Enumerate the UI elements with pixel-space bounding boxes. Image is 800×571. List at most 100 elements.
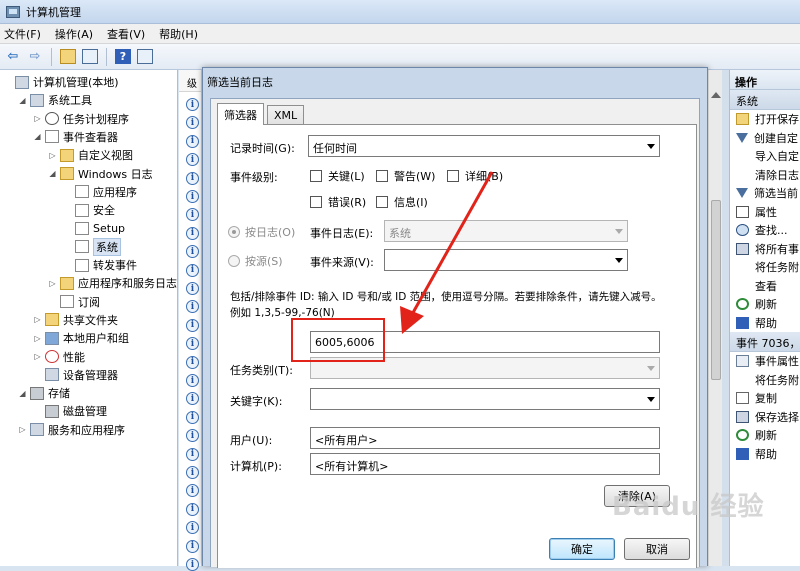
expand-toggle-icon[interactable]: ◢ <box>18 389 27 398</box>
information-icon[interactable]: i <box>186 300 199 314</box>
action-item[interactable]: 清除日志 <box>730 166 800 185</box>
information-icon[interactable]: i <box>186 337 199 351</box>
menu-action[interactable]: 操作(A) <box>55 26 93 42</box>
tree-item[interactable]: ◢ 存储 <box>18 384 70 402</box>
action-item[interactable]: 事件属性 <box>730 352 800 371</box>
action-item[interactable]: 刷新 <box>730 426 800 445</box>
tree-item[interactable]: 设备管理器 <box>33 366 118 384</box>
information-icon[interactable]: i <box>186 134 199 148</box>
information-icon[interactable]: i <box>186 226 199 240</box>
tree-item[interactable]: ◢ 系统工具 <box>18 91 92 109</box>
expand-toggle-icon[interactable]: ◢ <box>33 132 42 141</box>
information-icon[interactable]: i <box>186 502 199 516</box>
information-icon[interactable]: i <box>186 171 199 185</box>
action-item[interactable]: 打开保存 <box>730 110 800 129</box>
information-icon[interactable]: i <box>186 208 199 222</box>
tree-item[interactable]: ▷ 性能 <box>33 348 85 366</box>
action-item[interactable]: 将任务附 <box>730 258 800 277</box>
information-icon[interactable]: i <box>186 539 199 553</box>
by-log-radio[interactable]: 按日志(O) <box>228 224 295 240</box>
tree-item[interactable]: 订阅 <box>48 293 100 311</box>
level-error-checkbox[interactable]: 错误(R) <box>310 194 366 210</box>
help-icon[interactable]: ? <box>114 48 132 66</box>
information-icon[interactable]: i <box>186 521 199 535</box>
information-icon[interactable]: i <box>186 98 199 111</box>
expand-toggle-icon[interactable]: ◢ <box>48 169 57 178</box>
tree-item[interactable]: ◢ 事件查看器 <box>33 128 118 146</box>
scroll-up-icon[interactable] <box>711 92 721 98</box>
action-item[interactable]: 帮助 <box>730 314 800 333</box>
information-icon[interactable]: i <box>186 153 199 167</box>
action-item[interactable]: 查看 <box>730 277 800 296</box>
back-arrow-icon[interactable]: ⇦ <box>4 48 22 66</box>
information-icon[interactable]: i <box>186 355 199 369</box>
menu-view[interactable]: 查看(V) <box>107 26 145 42</box>
menu-file[interactable]: 文件(F) <box>4 26 41 42</box>
action-item[interactable]: 将所有事 <box>730 240 800 259</box>
tree-item[interactable]: 计算机管理(本地) <box>3 73 119 91</box>
level-critical-checkbox[interactable]: 关键(L) <box>310 168 365 184</box>
information-icon[interactable]: i <box>186 374 199 387</box>
tree-item[interactable]: ▷ 本地用户和组 <box>33 329 129 347</box>
actions-section-event[interactable]: 事件 7036， <box>730 332 800 352</box>
tree-item[interactable]: ▷ 服务和应用程序 <box>18 421 125 439</box>
tree-item[interactable]: 磁盘管理 <box>33 402 107 420</box>
tree-item[interactable]: ◢ Windows 日志 <box>48 165 153 183</box>
tab-filter[interactable]: 筛选器 <box>217 103 264 125</box>
expand-toggle-icon[interactable]: ▷ <box>33 352 42 361</box>
action-item[interactable]: 筛选当前 <box>730 184 800 203</box>
tree-item[interactable]: ▷ 应用程序和服务日志 <box>48 274 177 292</box>
tree-item[interactable]: 安全 <box>63 201 115 219</box>
information-icon[interactable]: i <box>186 429 199 443</box>
information-icon[interactable]: i <box>186 558 199 571</box>
expand-toggle-icon[interactable]: ▷ <box>48 151 57 160</box>
information-icon[interactable]: i <box>186 484 199 498</box>
user-input[interactable]: <所有用户> <box>310 427 660 449</box>
expand-toggle-icon[interactable]: ◢ <box>18 96 27 105</box>
cancel-button[interactable]: 取消 <box>624 538 690 560</box>
tab-xml[interactable]: XML <box>267 105 305 125</box>
information-icon[interactable]: i <box>186 447 199 461</box>
action-item[interactable]: 保存选择 <box>730 408 800 427</box>
logged-select[interactable]: 任何时间 <box>308 135 660 157</box>
action-item[interactable]: 属性 <box>730 203 800 222</box>
action-item[interactable]: 刷新 <box>730 295 800 314</box>
expand-toggle-icon[interactable]: ▷ <box>48 279 57 288</box>
tree-item[interactable]: 应用程序 <box>63 183 137 201</box>
information-icon[interactable]: i <box>186 410 199 424</box>
tree-item[interactable]: ▷ 自定义视图 <box>48 146 133 164</box>
tree-item[interactable]: 系统 <box>63 237 121 256</box>
action-item[interactable]: 查找... <box>730 221 800 240</box>
computer-input[interactable]: <所有计算机> <box>310 453 660 475</box>
show-hide-tree-icon[interactable] <box>81 48 99 66</box>
information-icon[interactable]: i <box>186 263 199 277</box>
action-item[interactable]: 创建自定 <box>730 129 800 148</box>
action-item[interactable]: 将任务附 <box>730 371 800 390</box>
action-item[interactable]: 帮助 <box>730 445 800 464</box>
tree-item[interactable]: ▷ 任务计划程序 <box>33 110 129 128</box>
tree-item[interactable]: 转发事件 <box>63 256 137 274</box>
menu-help[interactable]: 帮助(H) <box>159 26 198 42</box>
expand-toggle-icon[interactable]: ▷ <box>33 315 42 324</box>
information-icon[interactable]: i <box>186 466 199 479</box>
information-icon[interactable]: i <box>186 245 199 259</box>
information-icon[interactable]: i <box>186 116 199 130</box>
expand-toggle-icon[interactable]: ▷ <box>33 114 42 123</box>
ok-button[interactable]: 确定 <box>549 538 615 560</box>
information-icon[interactable]: i <box>186 392 199 406</box>
tree-item[interactable]: ▷ 共享文件夹 <box>33 311 118 329</box>
forward-arrow-icon[interactable]: ⇨ <box>26 48 44 66</box>
information-icon[interactable]: i <box>186 190 199 203</box>
by-source-radio[interactable]: 按源(S) <box>228 253 283 269</box>
keywords-select[interactable] <box>310 388 660 410</box>
show-action-pane-icon[interactable] <box>136 48 154 66</box>
tree-item[interactable]: Setup <box>63 219 125 237</box>
actions-section-system[interactable]: 系统 <box>730 90 800 110</box>
action-item[interactable]: 复制 <box>730 389 800 408</box>
action-item[interactable]: 导入自定 <box>730 147 800 166</box>
information-icon[interactable]: i <box>186 282 199 295</box>
scroll-thumb[interactable] <box>711 200 721 380</box>
expand-toggle-icon[interactable]: ▷ <box>33 334 42 343</box>
event-list-column-header[interactable]: 级 <box>179 70 201 92</box>
information-icon[interactable]: i <box>186 318 199 332</box>
